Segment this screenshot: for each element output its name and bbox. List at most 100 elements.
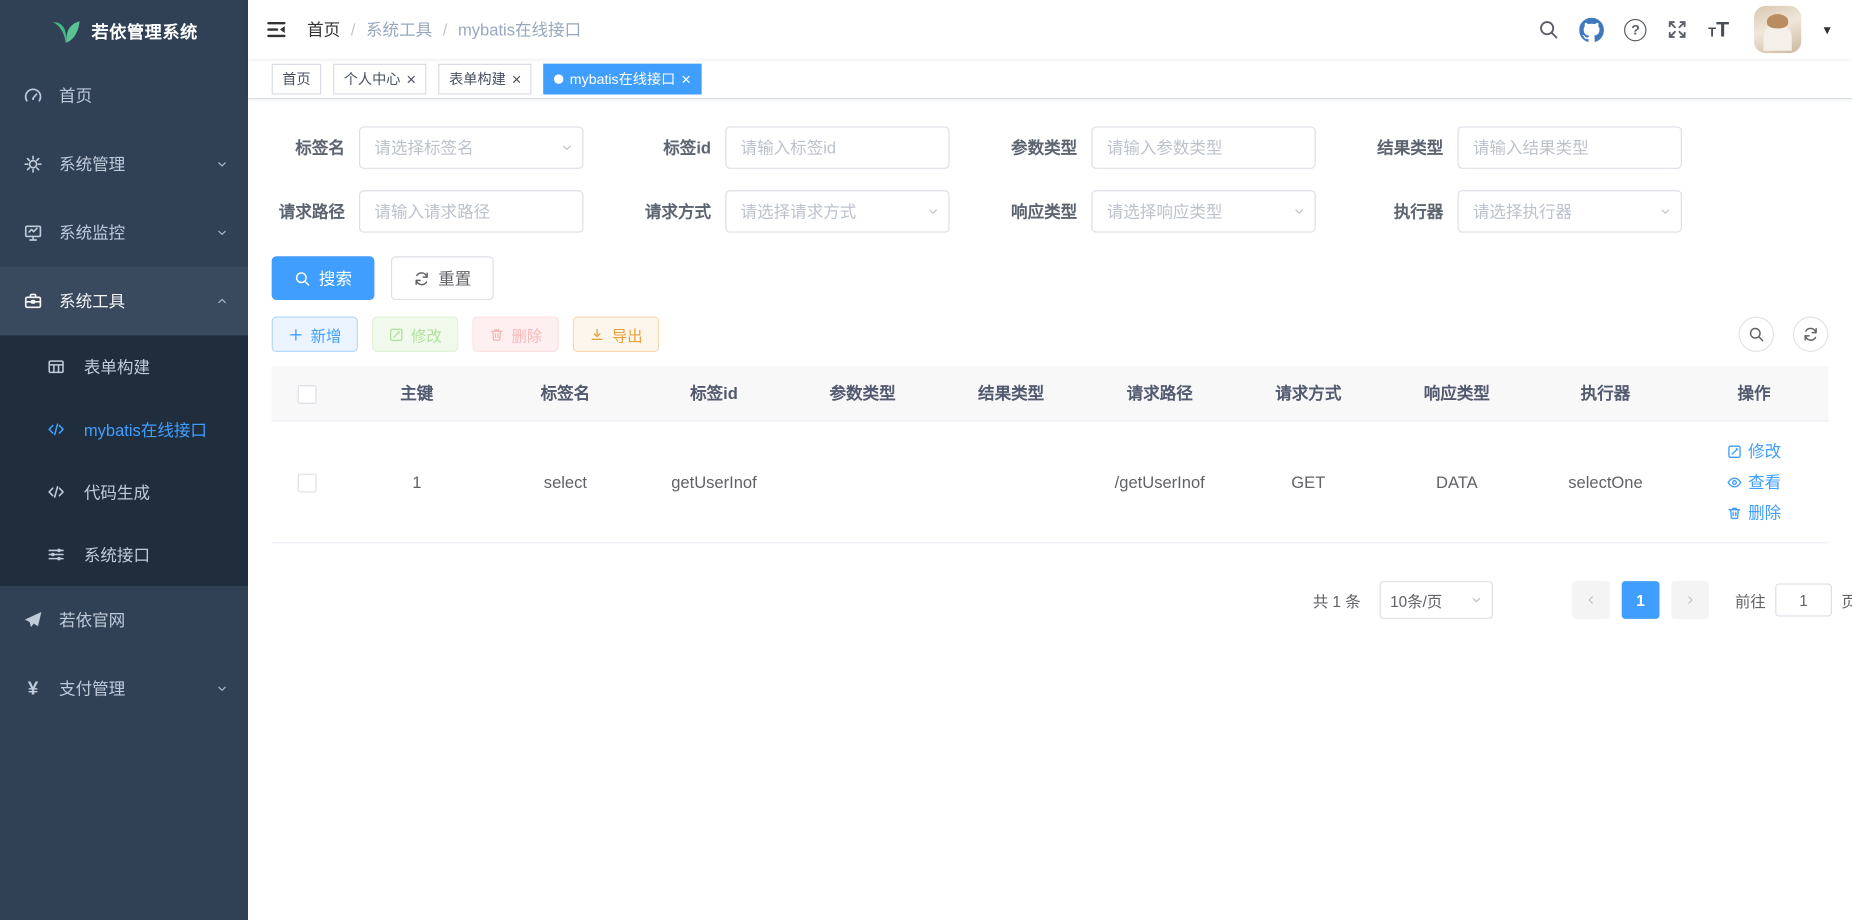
field-label: 响应类型 xyxy=(1004,200,1077,224)
search-buttons-row: 搜索 重置 xyxy=(272,256,1829,300)
col-tag-id: 标签id xyxy=(640,366,789,421)
col-operations: 操作 xyxy=(1680,366,1829,421)
cell-request-method: GET xyxy=(1234,421,1383,543)
field-label: 标签id xyxy=(638,136,711,160)
sidebar-fold-icon[interactable] xyxy=(266,19,287,40)
sidebar-item-payment-manage[interactable]: ¥ 支付管理 xyxy=(0,654,248,723)
page-content: 标签名 标签id 参数类型 xyxy=(248,99,1852,920)
sidebar-item-label: 系统管理 xyxy=(59,152,125,176)
response-type-select-input[interactable] xyxy=(1091,190,1315,233)
search-icon xyxy=(294,270,311,287)
github-icon[interactable] xyxy=(1579,17,1604,42)
row-edit-link[interactable]: 修改 xyxy=(1727,436,1781,466)
active-tab-dot xyxy=(554,74,563,83)
executor-select[interactable] xyxy=(1458,190,1682,233)
refresh-table-button[interactable] xyxy=(1793,317,1828,352)
page-unit-label: 页 xyxy=(1841,589,1852,611)
app-logo[interactable]: 若依管理系统 xyxy=(0,0,248,61)
table-toolbar: 新增 修改 删除 导出 xyxy=(272,317,1829,352)
edit-button[interactable]: 修改 xyxy=(372,317,458,352)
sidebar-subitem-code-gen[interactable]: 代码生成 xyxy=(0,461,248,524)
sidebar-item-home[interactable]: 首页 xyxy=(0,61,248,130)
search-button[interactable]: 搜索 xyxy=(272,256,375,300)
goto-page-input[interactable] xyxy=(1775,583,1832,616)
request-path-input[interactable] xyxy=(359,190,583,233)
request-method-select-input[interactable] xyxy=(725,190,949,233)
result-type-field[interactable] xyxy=(1458,126,1682,169)
table-row: 1 select getUserInof /getUserInof GET DA… xyxy=(272,421,1829,543)
col-request-path: 请求路径 xyxy=(1085,366,1234,421)
close-icon[interactable]: × xyxy=(406,70,416,87)
code-icon xyxy=(47,420,65,438)
row-view-link[interactable]: 查看 xyxy=(1727,467,1781,497)
sidebar-subitem-system-api[interactable]: 系统接口 xyxy=(0,523,248,586)
delete-button[interactable]: 删除 xyxy=(472,317,558,352)
prev-page-button[interactable] xyxy=(1572,581,1610,619)
response-type-select[interactable] xyxy=(1091,190,1315,233)
request-path-field[interactable] xyxy=(359,190,583,233)
export-button[interactable]: 导出 xyxy=(573,317,659,352)
sidebar-subitem-mybatis-api[interactable]: mybatis在线接口 xyxy=(0,398,248,461)
top-navbar: 首页 / 系统工具 / mybatis在线接口 ? TT ▾ xyxy=(248,0,1852,59)
page-size-select[interactable]: 10条/页 xyxy=(1380,581,1493,619)
next-page-button[interactable] xyxy=(1671,581,1709,619)
row-delete-link[interactable]: 删除 xyxy=(1727,498,1781,528)
pagination: 共 1 条 10条/页 1 前往 页 xyxy=(272,581,1852,619)
sidebar-item-label: 系统监控 xyxy=(59,221,125,245)
tags-view-bar: 首页 个人中心 × 表单构建 × mybatis在线接口 × xyxy=(248,59,1852,99)
tag-id-field[interactable] xyxy=(725,126,949,169)
font-size-icon[interactable]: TT xyxy=(1708,17,1729,42)
data-table: 主键 标签名 标签id 参数类型 结果类型 请求路径 请求方式 响应类型 执行器… xyxy=(272,366,1829,543)
search-icon[interactable] xyxy=(1538,19,1559,40)
breadcrumb-separator: / xyxy=(443,20,448,39)
param-type-field[interactable] xyxy=(1091,126,1315,169)
logo-leaf-icon xyxy=(50,15,81,46)
executor-select-input[interactable] xyxy=(1458,190,1682,233)
form-item-request-path: 请求路径 xyxy=(272,190,584,233)
avatar[interactable] xyxy=(1754,6,1801,53)
field-label: 参数类型 xyxy=(1004,136,1077,160)
add-button[interactable]: 新增 xyxy=(272,317,358,352)
cell-operations: 修改 查看 删除 xyxy=(1680,421,1829,543)
sidebar-item-system-manage[interactable]: 系统管理 xyxy=(0,130,248,199)
caret-down-icon[interactable]: ▾ xyxy=(1824,21,1831,38)
request-method-select[interactable] xyxy=(725,190,949,233)
tab-form-builder[interactable]: 表单构建 × xyxy=(438,63,532,94)
toggle-search-button[interactable] xyxy=(1739,317,1774,352)
close-icon[interactable]: × xyxy=(681,70,691,87)
col-executor: 执行器 xyxy=(1531,366,1680,421)
sidebar-subitem-label: 系统接口 xyxy=(84,543,150,567)
sliders-icon xyxy=(47,546,65,564)
monitor-icon xyxy=(24,223,43,242)
tag-name-select-input[interactable] xyxy=(359,126,583,169)
breadcrumb-home[interactable]: 首页 xyxy=(307,18,340,42)
tab-mybatis-api-active[interactable]: mybatis在线接口 × xyxy=(544,63,702,94)
form-item-result-type: 结果类型 xyxy=(1370,126,1682,169)
col-param-type: 参数类型 xyxy=(788,366,937,421)
fullscreen-icon[interactable] xyxy=(1667,19,1688,40)
chevron-down-icon xyxy=(1469,593,1483,607)
app-root: 若依管理系统 首页 系统管理 系统监控 系统工具 表单构建 xyxy=(0,0,1852,920)
reset-button[interactable]: 重置 xyxy=(391,256,494,300)
result-type-input[interactable] xyxy=(1458,126,1682,169)
select-all-checkbox[interactable] xyxy=(298,385,317,404)
tab-profile[interactable]: 个人中心 × xyxy=(333,63,427,94)
sidebar-subitem-form-builder[interactable]: 表单构建 xyxy=(0,335,248,398)
close-icon[interactable]: × xyxy=(512,70,522,87)
row-checkbox[interactable] xyxy=(298,473,317,492)
page-number-1[interactable]: 1 xyxy=(1622,581,1660,619)
tag-name-select[interactable] xyxy=(359,126,583,169)
param-type-input[interactable] xyxy=(1091,126,1315,169)
tab-label: 表单构建 xyxy=(449,69,506,89)
sidebar-item-system-tools[interactable]: 系统工具 xyxy=(0,267,248,336)
help-icon[interactable]: ? xyxy=(1624,18,1646,40)
tab-home[interactable]: 首页 xyxy=(272,63,322,94)
tag-id-input[interactable] xyxy=(725,126,949,169)
sidebar-item-system-monitor[interactable]: 系统监控 xyxy=(0,198,248,267)
sidebar-item-official-site[interactable]: 若依官网 xyxy=(0,586,248,655)
field-label: 请求路径 xyxy=(272,200,345,224)
tab-label: mybatis在线接口 xyxy=(570,69,676,89)
cell-primary-key: 1 xyxy=(343,421,492,543)
eye-icon xyxy=(1727,474,1742,489)
trash-icon xyxy=(1727,505,1742,520)
